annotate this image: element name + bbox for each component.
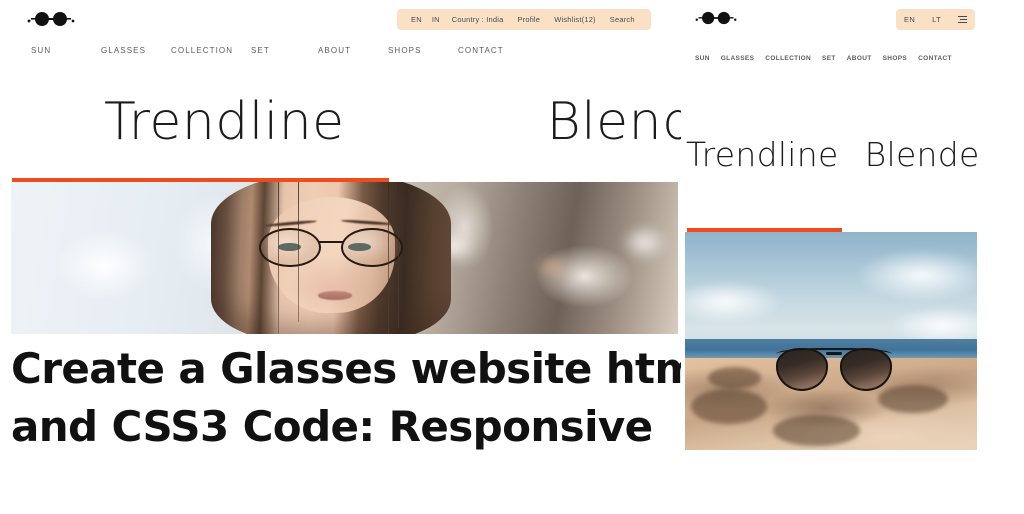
caption-line-1: Create a Glasses website html <box>11 344 681 393</box>
desktop-preview-panel: EN IN Country : India Profile Wishlist(1… <box>0 0 681 514</box>
caption-line-2: and CSS3 Code: Responsive <box>11 401 653 451</box>
hero-photo-woman-glasses <box>11 182 678 334</box>
hair-strand <box>397 182 399 328</box>
product-sunglasses <box>775 347 893 392</box>
nav-contact[interactable]: CONTACT <box>458 46 528 55</box>
nav-sun[interactable]: SUN <box>31 46 101 55</box>
hero-word-trendline: Trendline <box>686 135 839 174</box>
sunglass-brow-bar <box>775 347 893 354</box>
nav-shops[interactable]: SHOPS <box>388 46 458 55</box>
hamburger-menu-icon[interactable] <box>958 15 967 24</box>
site-logo[interactable] <box>27 9 75 29</box>
tablet-main-nav: SUN GLASSES COLLECTION SET ABOUT SHOPS C… <box>695 55 952 62</box>
eyeglass-bridge <box>317 241 344 244</box>
nav-glasses[interactable]: GLASSES <box>101 46 171 55</box>
nav-shops[interactable]: SHOPS <box>883 55 908 62</box>
language-en[interactable]: EN <box>904 15 915 24</box>
beach-scene <box>685 232 977 450</box>
desktop-hero-headline: Trendline Blende <box>104 95 681 150</box>
sunglass-lens-left <box>775 347 829 392</box>
hair-strand <box>387 182 389 334</box>
site-logo-tablet[interactable] <box>695 9 737 27</box>
desktop-utility-bar: EN IN Country : India Profile Wishlist(1… <box>397 9 651 30</box>
wishlist-link[interactable]: Wishlist(12) <box>547 15 603 24</box>
region-in[interactable]: IN <box>427 15 445 24</box>
glasses-logo-icon <box>695 11 737 25</box>
hero-word-blender: Blende <box>546 92 681 152</box>
hero-photo-lips <box>317 291 353 300</box>
screenshot-stage: EN IN Country : India Profile Wishlist(1… <box>0 0 1024 514</box>
profile-link[interactable]: Profile <box>511 15 548 24</box>
nav-collection[interactable]: COLLECTION <box>171 46 251 55</box>
beach-cloud <box>854 249 977 302</box>
sand-shadow <box>772 415 861 446</box>
hero-word-trendline: Trendline <box>104 92 345 152</box>
sunglass-lens-right <box>839 347 893 392</box>
nav-about[interactable]: ABOUT <box>318 46 388 55</box>
sand-shadow <box>690 388 767 424</box>
nav-glasses[interactable]: GLASSES <box>721 55 755 62</box>
country-selector[interactable]: Country : India <box>445 15 511 24</box>
hero-word-blender: Blende <box>864 135 980 174</box>
beach-cloud <box>685 279 785 324</box>
language-lt[interactable]: LT <box>932 15 941 24</box>
nav-sun[interactable]: SUN <box>695 55 710 62</box>
nav-contact[interactable]: CONTACT <box>918 55 952 62</box>
hero-photo-eyeglasses <box>259 227 403 268</box>
hair-strand <box>277 182 279 334</box>
tablet-hero-headline: Trendline Blende <box>686 138 980 171</box>
desktop-main-nav: SUN GLASSES COLLECTION SET ABOUT SHOPS C… <box>31 46 528 55</box>
search-link[interactable]: Search <box>603 15 642 24</box>
sand-shadow <box>708 367 761 389</box>
tablet-utility-bar: EN LT <box>896 9 975 30</box>
caption-overlay: Create a Glasses website html and CSS3 C… <box>11 340 681 456</box>
language-en[interactable]: EN <box>406 15 427 24</box>
nav-set[interactable]: SET <box>822 55 836 62</box>
nav-about[interactable]: ABOUT <box>847 55 872 62</box>
hair-strand <box>297 182 299 322</box>
nav-collection[interactable]: COLLECTION <box>765 55 811 62</box>
nav-set[interactable]: SET <box>251 46 318 55</box>
glasses-logo-icon <box>27 12 75 26</box>
tablet-hero-photo-sunglasses-beach <box>685 232 977 450</box>
